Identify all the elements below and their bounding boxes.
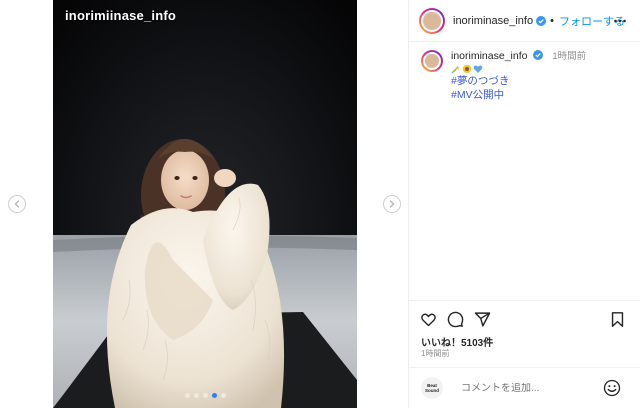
- hashtag-link[interactable]: #MV公開中: [451, 88, 586, 102]
- smiley-icon[interactable]: [603, 379, 621, 397]
- hashtag-link[interactable]: #夢のつづき: [451, 74, 586, 88]
- more-horizontal-icon[interactable]: [613, 14, 627, 28]
- avatar-image: [423, 52, 441, 70]
- post-sidebar: inoriminase_info • フォローする inoriminase_in…: [408, 0, 640, 408]
- caption-avatar[interactable]: [421, 50, 443, 72]
- verified-badge-icon: [533, 50, 544, 60]
- avatar-image: [421, 9, 443, 32]
- post-header: inoriminase_info • フォローする: [409, 0, 640, 42]
- prev-post-button[interactable]: [8, 195, 26, 213]
- comment-bar: Beat Sound: [409, 367, 640, 408]
- carousel-dot: [193, 393, 199, 398]
- carousel-indicator: [53, 393, 357, 398]
- comment-icon[interactable]: [447, 311, 464, 328]
- post-photo[interactable]: inorimiinase_info: [53, 0, 357, 408]
- like-count[interactable]: いいね！5103件: [421, 334, 493, 349]
- caption-username[interactable]: inoriminase_info: [451, 50, 527, 62]
- share-icon[interactable]: [474, 311, 491, 328]
- photo-username-overlay: inorimiinase_info: [65, 8, 177, 23]
- sunflower-emoji-icon: [462, 64, 472, 74]
- left-gutter: [0, 0, 53, 408]
- avatar[interactable]: [419, 7, 445, 34]
- photo-image: [53, 0, 357, 408]
- caption-body: inoriminase_info 1時間前 #夢のつづき #MV公開中: [451, 50, 586, 102]
- heart-icon[interactable]: [420, 311, 437, 328]
- shooting-star-emoji-icon: [451, 65, 460, 74]
- carousel-dot: [184, 393, 190, 398]
- chevron-left-icon: [14, 200, 20, 208]
- commenter-avatar: Beat Sound: [421, 377, 443, 399]
- next-post-button[interactable]: [383, 195, 401, 213]
- caption-time: 1時間前: [552, 51, 587, 62]
- bookmark-icon[interactable]: [609, 311, 626, 328]
- comment-input[interactable]: [461, 382, 591, 394]
- blue-heart-emoji-icon: [473, 65, 483, 73]
- instagram-embed: inorimiinase_info inoriminase_info • フォロ…: [0, 0, 640, 408]
- beat-sound-logo: Beat Sound: [425, 383, 439, 393]
- carousel-dot: [220, 393, 226, 398]
- caption: inoriminase_info 1時間前 #夢のつづき #MV公開中: [421, 50, 631, 102]
- header-username[interactable]: inoriminase_info: [453, 15, 533, 27]
- carousel-dot-active: [211, 393, 217, 398]
- carousel-dot: [202, 393, 208, 398]
- post-timestamp: 1時間前: [421, 349, 450, 358]
- header-separator: •: [550, 14, 554, 27]
- right-gutter: [357, 0, 408, 408]
- chevron-right-icon: [389, 200, 395, 208]
- verified-badge-icon: [536, 15, 547, 26]
- caption-emojis: [451, 64, 586, 74]
